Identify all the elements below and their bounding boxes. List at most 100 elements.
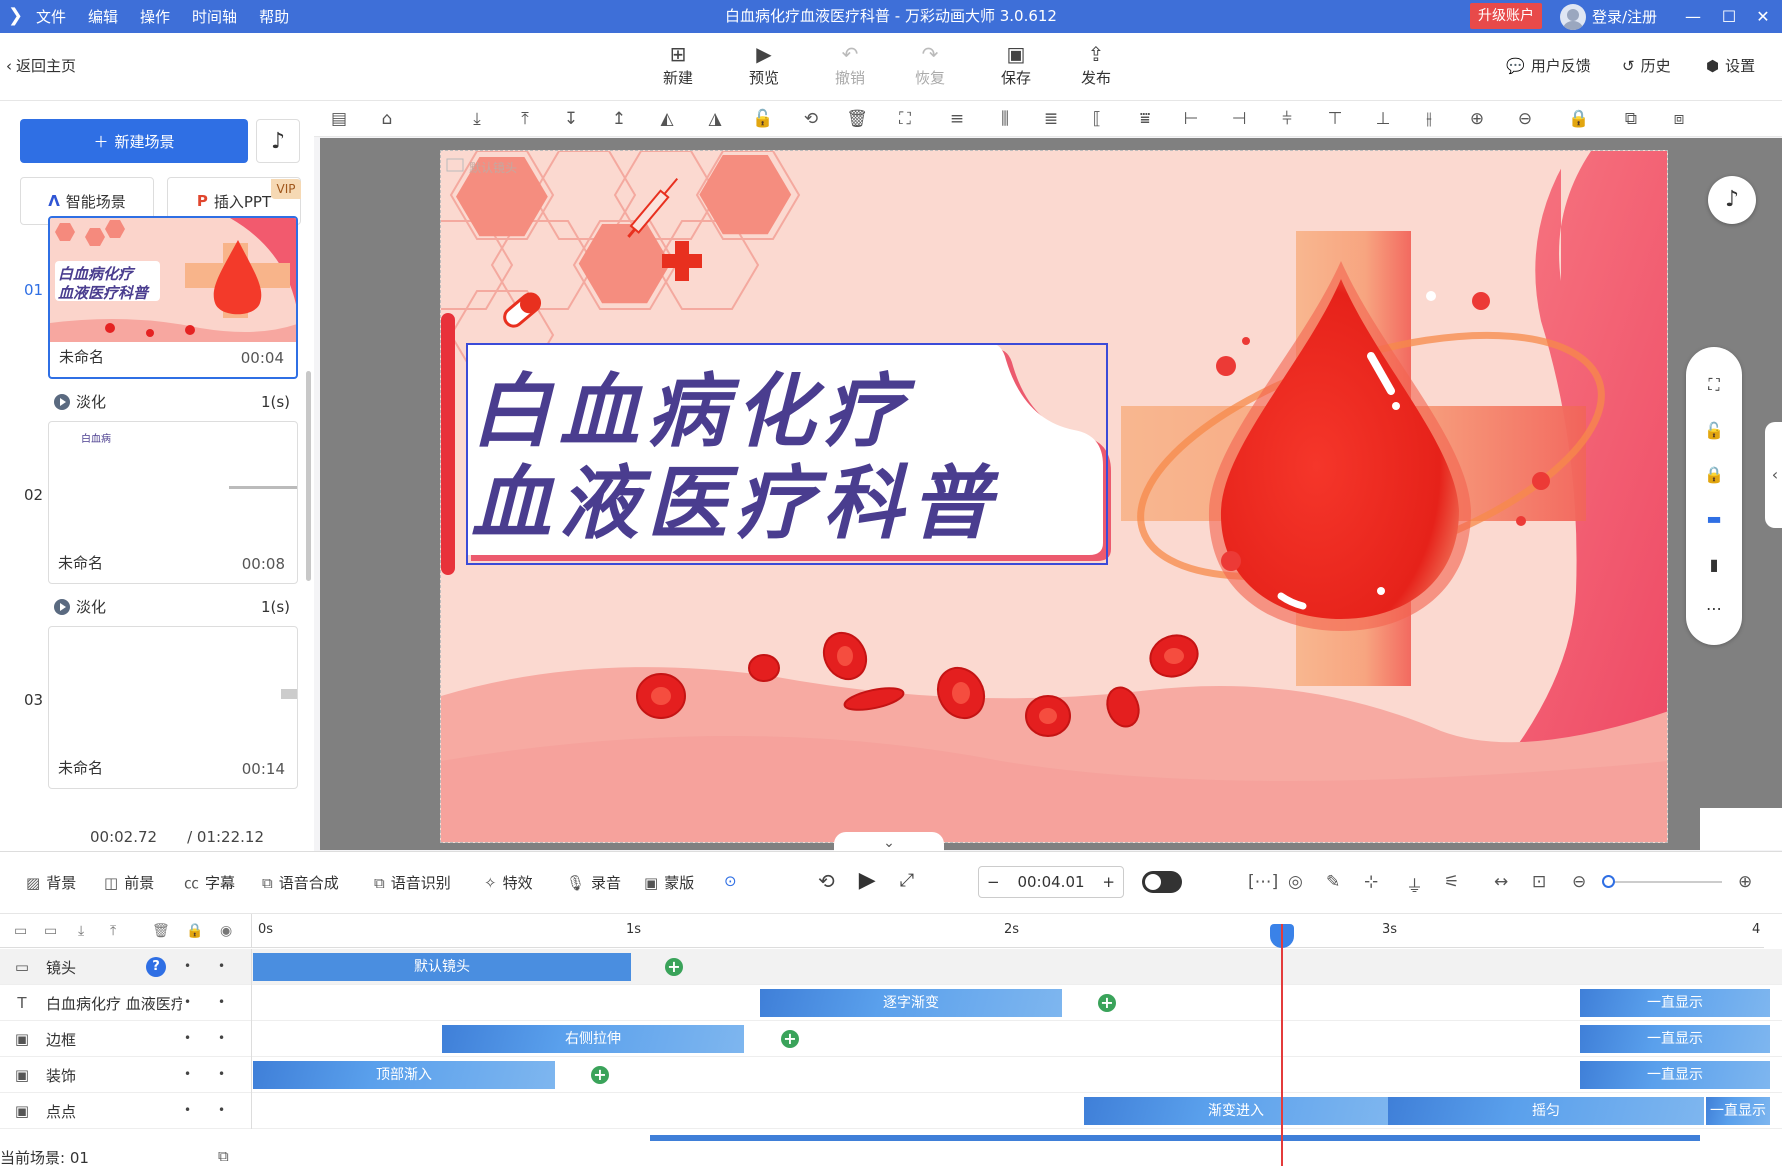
close-icon[interactable]: ✕ <box>1746 0 1780 33</box>
delete-icon[interactable]: 🗑 <box>846 109 868 129</box>
align-left-icon[interactable]: ⊢ <box>1180 109 1202 129</box>
record-tool[interactable]: 🎙 录音 <box>566 872 621 893</box>
align-right-icon[interactable]: ⊣ <box>1228 109 1250 129</box>
lock-icon[interactable]: 🔒 <box>1702 463 1726 487</box>
move-top-icon[interactable]: ⤒ <box>514 109 536 129</box>
subtitle-tool[interactable]: ㏄字幕 <box>184 872 235 893</box>
animation-clip[interactable]: 一直显示 <box>1706 1097 1770 1125</box>
track-row[interactable]: ▣ 点点 • • 渐变进入 摇匀 一直显示 <box>0 1093 1782 1129</box>
copy-icon[interactable]: ⧉ <box>218 1147 229 1165</box>
save-button[interactable]: ▣ 保存 <box>986 41 1046 88</box>
align-hcenter-icon[interactable]: ⫩ <box>1276 109 1298 129</box>
animation-clip[interactable]: 渐变进入 <box>1084 1097 1388 1125</box>
filter-icon[interactable]: ⏚ <box>1406 872 1423 897</box>
fit-screen-icon[interactable]: ⛶ <box>1702 373 1726 397</box>
menu-timeline[interactable]: 时间轴 <box>192 6 237 27</box>
camera-icon[interactable]: ◎ <box>1288 872 1303 892</box>
fullscreen-icon[interactable]: ⤢ <box>900 870 914 891</box>
fit-width-icon[interactable]: ↔ <box>1494 872 1508 892</box>
new-button[interactable]: ⊞ 新建 <box>648 41 708 88</box>
lock-closed-icon[interactable]: 🔒 <box>1568 109 1590 129</box>
move-bottom-icon[interactable]: ⤓ <box>466 109 488 129</box>
scene-card[interactable]: 白血病化疗 血液医疗科普 未命名 00:04 <box>48 216 298 379</box>
flip-horizontal-icon[interactable]: ◭ <box>656 109 678 129</box>
stage-canvas[interactable]: 白血病化疗 血液医疗科普 默认镜头 <box>440 150 1668 843</box>
add-keyframe-icon[interactable]: + <box>665 958 683 976</box>
folder-icon[interactable]: ▭ <box>14 923 27 939</box>
new-scene-button[interactable]: ＋ 新建场景 <box>20 119 248 163</box>
delete-icon[interactable]: 🗑 <box>152 923 170 939</box>
scene-card[interactable]: 白血病 未命名 00:08 <box>48 421 298 584</box>
move-down-icon[interactable]: ⤓ <box>78 923 84 939</box>
stage-title[interactable]: 白血病化疗 血液医疗科普 <box>471 366 999 550</box>
toggle-switch[interactable] <box>1142 871 1182 893</box>
distribute-h-icon[interactable]: ⫼ <box>994 109 1016 129</box>
scene-card[interactable]: 未命名 00:14 <box>48 626 298 789</box>
track-row[interactable]: T 白血病化疗 血液医疗 • • 逐字渐变 + 一直显示 <box>0 985 1782 1021</box>
lock-icon[interactable]: 🔒 <box>186 923 203 939</box>
zoom-in-icon[interactable]: ⊕ <box>1738 872 1752 892</box>
preview-button[interactable]: ▶ 预览 <box>734 41 794 88</box>
rotate-icon[interactable]: ⟲ <box>800 109 822 129</box>
split-icon[interactable]: ⊹ <box>1364 872 1378 892</box>
publish-button[interactable]: ⇪ 发布 <box>1066 41 1126 88</box>
tts-tool[interactable]: ⧉ 语音合成 <box>262 872 339 893</box>
bracket-icon[interactable]: [⋯] <box>1248 872 1278 892</box>
move-up-icon[interactable]: ⤒ <box>110 923 116 939</box>
mask-tool[interactable]: ▣ 蒙版 <box>644 872 694 893</box>
home-icon[interactable]: ⌂ <box>376 109 398 129</box>
partial-clip[interactable] <box>650 1135 1700 1141</box>
align-bracket-icon[interactable]: ⟦ <box>1086 109 1108 129</box>
move-down-icon[interactable]: ↧ <box>560 109 582 129</box>
scene-scrollbar[interactable] <box>306 371 311 581</box>
add-keyframe-icon[interactable]: + <box>1098 994 1116 1012</box>
minimap[interactable] <box>1700 808 1782 850</box>
plus-icon[interactable]: + <box>1102 873 1115 891</box>
zoom-slider-handle[interactable] <box>1602 875 1615 888</box>
help-icon[interactable]: ? <box>146 957 166 977</box>
animation-clip[interactable]: 顶部渐入 <box>253 1061 555 1089</box>
zoom-out-icon[interactable]: ⊖ <box>1514 109 1536 129</box>
scene-transition[interactable]: 淡化 1(s) <box>54 596 290 617</box>
replay-icon[interactable]: ⟲ <box>818 869 835 893</box>
unlock-icon[interactable]: 🔓 <box>1702 419 1726 443</box>
distribute-v-icon[interactable]: ⩸ <box>1134 109 1156 129</box>
undo-button[interactable]: ↶ 撤销 <box>820 41 880 88</box>
back-home-button[interactable]: ‹ 返回主页 <box>6 55 76 76</box>
music-icon[interactable]: ♪ <box>256 119 300 163</box>
background-tool[interactable]: ▨ 背景 <box>26 872 76 893</box>
zoom-slider[interactable] <box>1606 881 1722 883</box>
more-icon[interactable]: ⋯ <box>1702 597 1726 621</box>
effects-tool[interactable]: ✧ 特效 <box>484 872 533 893</box>
speech-recognition-tool[interactable]: ⧉ 语音识别 <box>374 872 451 893</box>
track-row[interactable]: ▣ 边框 • • 右侧拉伸 + 一直显示 <box>0 1021 1782 1057</box>
collapse-right-panel-icon[interactable]: ‹ <box>1765 422 1782 528</box>
animation-clip[interactable]: 右侧拉伸 <box>442 1025 744 1053</box>
add-folder-icon[interactable]: ▭ <box>44 923 57 939</box>
track-row[interactable]: ▭ 镜头 ? • • 默认镜头 + <box>0 949 1782 985</box>
add-keyframe-icon[interactable]: + <box>591 1066 609 1084</box>
upgrade-account-button[interactable]: 升级账户 <box>1470 3 1542 29</box>
time-ruler[interactable]: 0s 1s 2s 3s 4 <box>252 914 1764 948</box>
foreground-tool[interactable]: ◫ 前景 <box>104 872 154 893</box>
music-note-icon[interactable]: ♪ <box>1708 176 1756 224</box>
animation-clip[interactable]: 默认镜头 <box>253 953 631 981</box>
paste-icon[interactable]: ⧈ <box>1668 109 1690 129</box>
animation-clip[interactable]: 一直显示 <box>1580 1025 1770 1053</box>
ratio-icon[interactable]: ⊡ <box>1532 872 1546 892</box>
align-center-v-icon[interactable]: ≡ <box>946 109 968 129</box>
playhead-line[interactable] <box>1281 924 1283 1166</box>
edit-icon[interactable]: ✎ <box>1326 872 1340 892</box>
lock-icon[interactable]: 🔓 <box>752 109 774 129</box>
time-stepper[interactable]: − 00:04.01 + <box>978 866 1124 898</box>
settings-button[interactable]: ⬢ 设置 <box>1706 55 1755 76</box>
phone-icon[interactable]: ▮ <box>1702 553 1726 577</box>
more-tools-icon[interactable]: ⊙ <box>724 872 737 890</box>
animation-clip[interactable]: 一直显示 <box>1580 989 1770 1017</box>
redo-button[interactable]: ↷ 恢复 <box>900 41 960 88</box>
track-row[interactable]: ▣ 装饰 • • 顶部渐入 + 一直显示 <box>0 1057 1782 1093</box>
menu-edit[interactable]: 编辑 <box>88 6 118 27</box>
move-up-icon[interactable]: ↥ <box>608 109 630 129</box>
play-icon[interactable]: ▶ <box>859 868 876 893</box>
zoom-in-icon[interactable]: ⊕ <box>1466 109 1488 129</box>
